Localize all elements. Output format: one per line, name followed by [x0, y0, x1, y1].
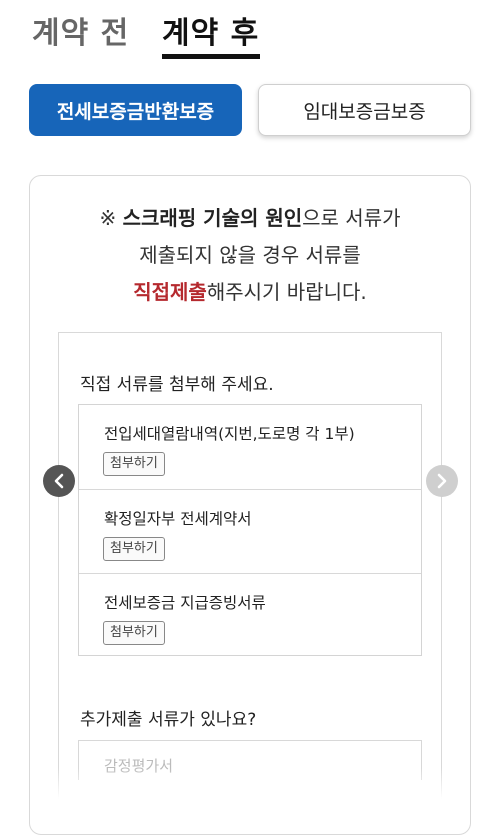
additional-docs-title: 추가제출 서류가 있나요?	[80, 710, 257, 730]
direct-submit-title: 직접 서류를 첨부해 주세요.	[80, 375, 274, 395]
scraping-notice: ※ 스크래핑 기술의 원인으로 서류가 제출되지 않을 경우 서류를 직접제출해…	[0, 200, 500, 311]
tab-after-contract[interactable]: 계약 후	[162, 8, 259, 52]
attach-button[interactable]: 첨부하기	[103, 452, 165, 476]
list-item: 확정일자부 전세계약서 첨부하기	[79, 489, 421, 573]
document-list: 전입세대열람내역(지번,도로명 각 1부) 첨부하기 확정일자부 전세계약서 첨…	[78, 404, 422, 656]
scroll-fade	[58, 768, 442, 812]
notice-line3-rest: 해주시기 바랍니다.	[206, 280, 367, 304]
notice-symbol: ※	[99, 206, 117, 230]
jeonse-deposit-guarantee-button[interactable]: 전세보증금반환보증	[29, 84, 242, 136]
chevron-left-icon	[54, 473, 64, 489]
document-name: 확정일자부 전세계약서	[104, 510, 252, 528]
tab-before-contract[interactable]: 계약 전	[32, 8, 129, 52]
attach-button[interactable]: 첨부하기	[103, 537, 165, 561]
attach-button[interactable]: 첨부하기	[103, 621, 165, 645]
document-name: 전입세대열람내역(지번,도로명 각 1부)	[104, 425, 355, 443]
contract-tabs: 계약 전 계약 후	[0, 0, 500, 62]
next-button[interactable]	[426, 465, 458, 497]
notice-line-1: ※ 스크래핑 기술의 원인으로 서류가	[0, 200, 500, 237]
rental-deposit-guarantee-button[interactable]: 임대보증금보증	[258, 84, 471, 136]
notice-line1-rest: 으로 서류가	[302, 206, 401, 230]
active-tab-indicator	[162, 54, 260, 59]
notice-bold-text: 스크래핑 기술의 원인	[122, 206, 303, 230]
document-name: 전세보증금 지급증빙서류	[104, 594, 266, 612]
list-item: 전입세대열람내역(지번,도로명 각 1부) 첨부하기	[79, 405, 421, 489]
prev-button[interactable]	[43, 465, 75, 497]
notice-line-3: 직접제출해주시기 바랍니다.	[0, 274, 500, 311]
notice-line-2: 제출되지 않을 경우 서류를	[139, 243, 361, 267]
notice-highlight: 직접제출	[133, 280, 207, 304]
chevron-right-icon	[437, 473, 447, 489]
list-item: 전세보증금 지급증빙서류 첨부하기	[79, 573, 421, 657]
